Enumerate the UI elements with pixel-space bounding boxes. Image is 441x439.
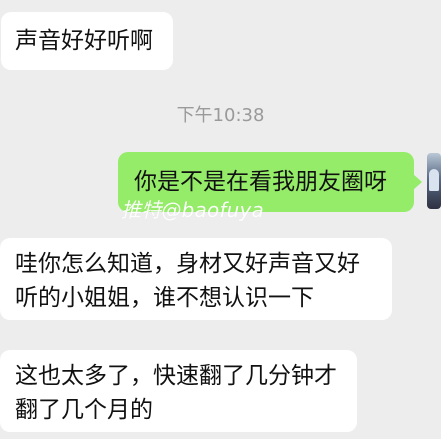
incoming-message-bubble[interactable]: 哇你怎么知道，身材又好声音又好听的小姐姐，谁不想认识一下	[0, 238, 392, 320]
incoming-message-text: 声音好好听啊	[15, 28, 153, 54]
outgoing-message-text: 你是不是在看我朋友圈呀	[134, 169, 387, 195]
watermark-text: 推特@baofuya	[121, 198, 264, 222]
avatar-silhouette	[429, 169, 439, 191]
incoming-message-text: 这也太多了，快速翻了几分钟才翻了几个月的	[15, 363, 337, 423]
incoming-message-bubble[interactable]: 这也太多了，快速翻了几分钟才翻了几个月的	[0, 350, 357, 432]
incoming-message-text: 哇你怎么知道，身材又好声音又好听的小姐姐，谁不想认识一下	[15, 251, 360, 311]
avatar-icon[interactable]	[427, 153, 441, 209]
message-timestamp: 下午10:38	[176, 105, 265, 126]
incoming-message-bubble[interactable]: 声音好好听啊	[1, 12, 173, 70]
